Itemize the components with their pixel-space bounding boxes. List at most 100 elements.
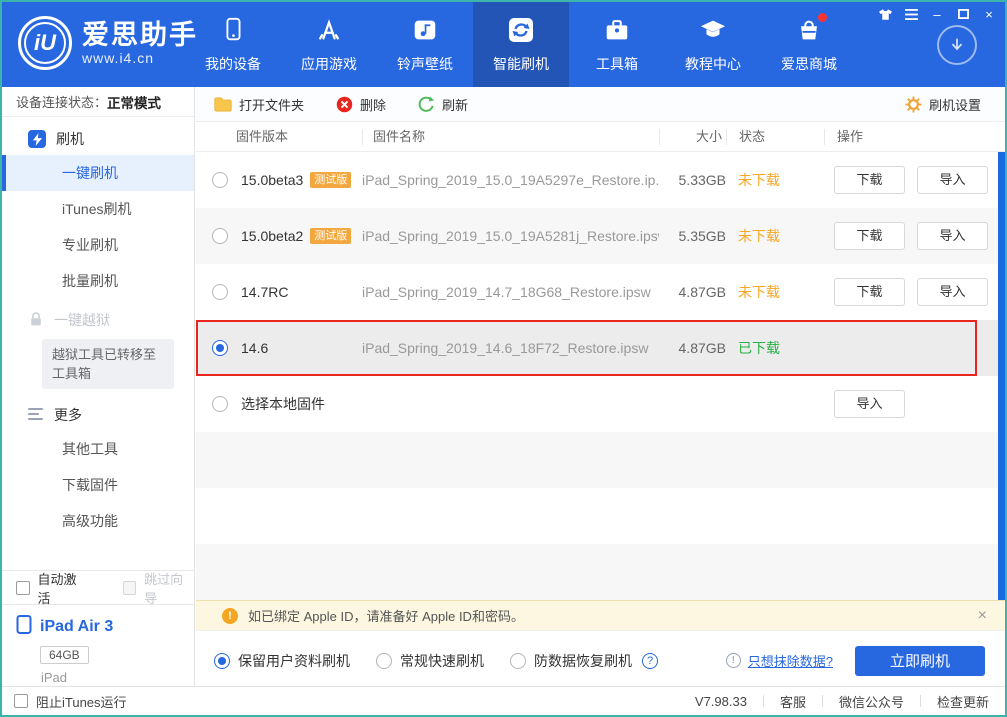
nav-ringtones[interactable]: 铃声壁纸 xyxy=(377,2,473,87)
sidebar-item-download-firmware[interactable]: 下载固件 xyxy=(2,467,194,503)
download-firmware-button[interactable]: 下载 xyxy=(834,278,905,306)
vertical-scrollbar[interactable] xyxy=(998,152,1005,600)
mode-anti-recovery[interactable]: 防数据恢复刷机 ? xyxy=(510,651,658,671)
divider xyxy=(821,695,823,707)
refresh-button[interactable]: 刷新 xyxy=(418,95,468,114)
nav-smart-flash[interactable]: 智能刷机 xyxy=(473,2,569,87)
block-itunes-label: 阻止iTunes运行 xyxy=(36,694,127,710)
block-itunes-checkbox[interactable] xyxy=(14,694,28,708)
flash-icon xyxy=(28,130,46,148)
sidebar-group-flash: 刷机 xyxy=(2,123,194,155)
open-folder-button[interactable]: 打开文件夹 xyxy=(214,95,304,114)
import-firmware-button[interactable]: 导入 xyxy=(917,222,988,250)
firmware-name: iPad_Spring_2019_15.0_19A5297e_Restore.i… xyxy=(362,172,659,188)
firmware-size: 4.87GB xyxy=(678,340,726,356)
firmware-row[interactable]: 15.0beta2 测试版 iPad_Spring_2019_15.0_19A52… xyxy=(196,208,1005,264)
refresh-label: 刷新 xyxy=(442,97,469,113)
app-window: iU 爱思助手 www.i4.cn 我的设备 应用游戏 铃声壁纸 智能刷机 工具… xyxy=(0,0,1007,717)
nav-apps-games[interactable]: 应用游戏 xyxy=(281,2,377,87)
firmware-version: 15.0beta3 xyxy=(241,172,304,188)
beta-tag: 测试版 xyxy=(310,172,352,188)
sidebar-item-advanced[interactable]: 高级功能 xyxy=(2,503,194,539)
connection-value: 正常模式 xyxy=(107,95,162,111)
firmware-name: iPad_Spring_2019_14.6_18F72_Restore.ipsw xyxy=(362,340,649,356)
sidebar: 设备连接状态： 正常模式 刷机 一键刷机 iTunes刷机 专业刷机 批量刷机 … xyxy=(2,87,195,686)
import-firmware-button[interactable]: 导入 xyxy=(834,390,905,418)
logo-mark: iU xyxy=(34,30,56,55)
gear-icon xyxy=(905,95,922,113)
firmware-radio[interactable] xyxy=(212,340,228,356)
maximize-button[interactable] xyxy=(953,6,973,22)
import-firmware-button[interactable]: 导入 xyxy=(917,278,988,306)
firmware-status: 未下载 xyxy=(738,284,780,300)
mode-radio[interactable] xyxy=(376,652,392,669)
refresh-icon xyxy=(418,95,435,112)
firmware-radio[interactable] xyxy=(212,172,228,188)
wechat-link[interactable]: 微信公众号 xyxy=(839,692,904,711)
lock-icon xyxy=(28,311,44,330)
app-logo: iU 爱思助手 www.i4.cn xyxy=(18,16,198,70)
nav-toolbox[interactable]: 工具箱 xyxy=(569,2,665,87)
nav-label: 工具箱 xyxy=(596,56,638,72)
app-version: V7.98.33 xyxy=(694,693,747,709)
ipad-icon xyxy=(16,615,32,639)
group-label: 一键越狱 xyxy=(54,312,110,328)
nav-my-device[interactable]: 我的设备 xyxy=(185,2,281,87)
erase-data-link[interactable]: 只想抹除数据? xyxy=(748,651,833,670)
firmware-row-selected[interactable]: 14.6 iPad_Spring_2019_14.6_18F72_Restore… xyxy=(196,320,1005,376)
app-store-icon xyxy=(315,15,343,45)
info-icon: ! xyxy=(725,653,741,668)
delete-button[interactable]: 删除 xyxy=(336,95,386,114)
flash-settings-button[interactable]: 刷机设置 xyxy=(905,95,981,114)
mode-keep-data[interactable]: 保留用户资料刷机 xyxy=(214,651,350,671)
firmware-radio[interactable] xyxy=(212,228,228,244)
connection-label: 设备连接状态： xyxy=(16,95,108,110)
download-manager-button[interactable] xyxy=(937,25,977,65)
firmware-row[interactable]: 15.0beta3 测试版 iPad_Spring_2019_15.0_19A52… xyxy=(196,152,1005,208)
skip-setup-checkbox[interactable] xyxy=(122,580,137,595)
theme-icon[interactable] xyxy=(875,6,895,22)
mode-normal-fast[interactable]: 常规快速刷机 xyxy=(376,651,484,671)
sidebar-item-other-tools[interactable]: 其他工具 xyxy=(2,431,194,467)
sidebar-item-itunes-flash[interactable]: iTunes刷机 xyxy=(2,191,194,227)
local-firmware-row[interactable]: 选择本地固件 导入 xyxy=(196,376,1005,432)
firmware-version: 14.7RC xyxy=(241,284,289,300)
customer-service-link[interactable]: 客服 xyxy=(780,692,806,711)
divider xyxy=(762,695,764,707)
window-controls: – × xyxy=(875,6,999,22)
nav-store[interactable]: 爱思商城 xyxy=(761,2,857,87)
flash-now-button[interactable]: 立即刷机 xyxy=(855,645,985,676)
divider xyxy=(919,695,921,707)
auto-activate-checkbox[interactable] xyxy=(16,580,30,595)
auto-activate-label: 自动激活 xyxy=(37,571,77,606)
help-icon[interactable]: ? xyxy=(642,652,658,669)
check-update-link[interactable]: 检查更新 xyxy=(937,692,989,711)
firmware-version: 14.6 xyxy=(241,340,269,356)
minimize-button[interactable]: – xyxy=(927,6,947,22)
menu-icon[interactable] xyxy=(901,6,921,22)
close-button[interactable]: × xyxy=(979,6,999,22)
mode-radio[interactable] xyxy=(214,652,230,669)
import-firmware-button[interactable]: 导入 xyxy=(917,166,988,194)
sidebar-item-pro-flash[interactable]: 专业刷机 xyxy=(2,227,194,263)
firmware-row[interactable]: 14.7RC iPad_Spring_2019_14.7_18G68_Resto… xyxy=(196,264,1005,320)
nav-label: 爱思商城 xyxy=(781,56,837,72)
device-family: iPad xyxy=(41,670,68,685)
sidebar-item-one-key-flash[interactable]: 一键刷机 xyxy=(2,155,194,191)
sidebar-group-jailbreak: 一键越狱 xyxy=(2,305,194,335)
notice-close-icon[interactable]: × xyxy=(978,607,987,625)
firmware-status: 未下载 xyxy=(738,228,780,244)
notification-dot xyxy=(818,13,827,22)
download-firmware-button[interactable]: 下载 xyxy=(834,222,905,250)
download-firmware-button[interactable]: 下载 xyxy=(834,166,905,194)
mode-radio[interactable] xyxy=(510,652,526,669)
firmware-radio[interactable] xyxy=(212,396,228,412)
nav-tutorials[interactable]: 教程中心 xyxy=(665,2,761,87)
firmware-radio[interactable] xyxy=(212,284,228,300)
nav-label: 铃声壁纸 xyxy=(397,56,453,72)
local-firmware-label: 选择本地固件 xyxy=(241,396,325,412)
delete-icon xyxy=(336,96,353,112)
beta-tag: 测试版 xyxy=(310,228,352,244)
app-url: www.i4.cn xyxy=(82,50,155,66)
sidebar-item-batch-flash[interactable]: 批量刷机 xyxy=(2,263,194,299)
